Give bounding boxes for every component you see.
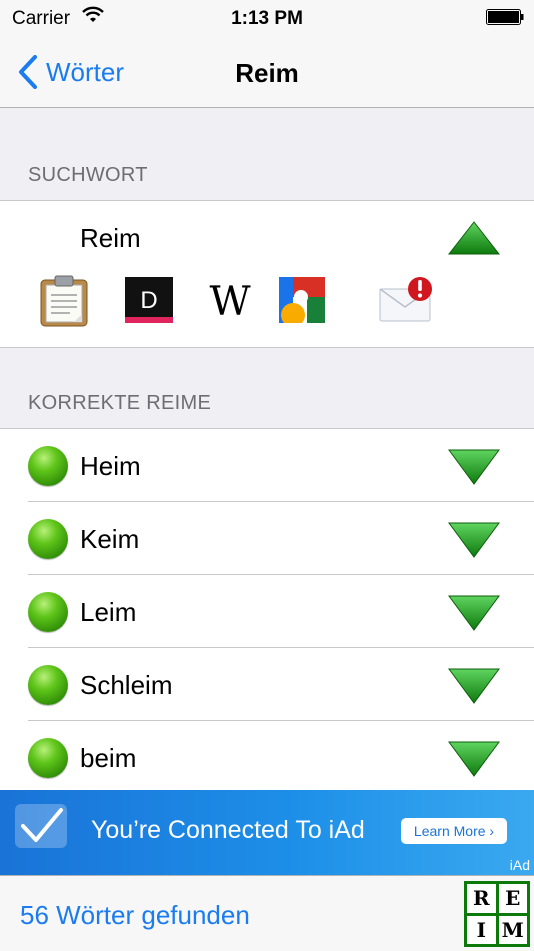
logo-letter: R xyxy=(467,884,496,913)
results-count[interactable]: 56 Wörter gefunden xyxy=(20,900,250,931)
page-title: Reim xyxy=(235,58,299,88)
status-dot xyxy=(28,738,68,778)
rhyme-word: Keim xyxy=(80,524,140,554)
duden-icon[interactable]: D xyxy=(125,277,173,328)
logo-letter: I xyxy=(467,915,496,944)
status-dot xyxy=(28,446,68,486)
triangle-down-icon[interactable] xyxy=(448,595,500,636)
section-header-rhymes: KORREKTE REIME xyxy=(28,392,212,414)
wikipedia-icon[interactable]: W xyxy=(202,279,258,328)
list-item[interactable]: Keim xyxy=(0,502,534,575)
checkmark-icon xyxy=(15,804,67,848)
status-bar: Carrier 1:13 PM xyxy=(0,0,534,38)
bottom-toolbar: 56 Wörter gefunden R E I M xyxy=(0,875,534,951)
list-item[interactable]: Schleim xyxy=(0,648,534,721)
ad-banner[interactable]: You’re Connected To iAd Learn More › iAd xyxy=(0,790,534,875)
app-logo[interactable]: R E I M xyxy=(464,881,530,947)
status-dot xyxy=(28,665,68,705)
list-item[interactable]: beim xyxy=(0,721,534,794)
logo-letter: E xyxy=(498,884,527,913)
learn-more-button[interactable]: Learn More › xyxy=(401,818,507,844)
rhyme-word: Heim xyxy=(80,451,141,481)
iad-badge: iAd xyxy=(509,857,530,873)
logo-letter: M xyxy=(498,915,527,944)
list-item[interactable]: Leim xyxy=(0,575,534,648)
navigation-bar: Wörter Reim xyxy=(0,38,534,108)
mail-alert-icon[interactable] xyxy=(378,275,434,328)
list-item[interactable]: Heim xyxy=(0,429,534,502)
clock: 1:13 PM xyxy=(231,8,303,29)
rhymes-list: Heim Keim Leim Schleim beim xyxy=(0,428,534,791)
rhyme-word: Schleim xyxy=(80,670,173,700)
triangle-up-icon[interactable] xyxy=(447,221,501,260)
clipboard-icon[interactable] xyxy=(40,275,88,332)
status-dot xyxy=(28,592,68,632)
battery-icon xyxy=(486,9,524,25)
google-icon[interactable] xyxy=(279,277,325,328)
rhyme-word: beim xyxy=(80,743,137,773)
rhyme-word: Leim xyxy=(80,597,137,627)
status-dot xyxy=(28,519,68,559)
triangle-down-icon[interactable] xyxy=(448,741,500,782)
triangle-down-icon[interactable] xyxy=(448,449,500,490)
section-header-search: SUCHWORT xyxy=(28,164,148,186)
triangle-down-icon[interactable] xyxy=(448,668,500,709)
wikipedia-letter: W xyxy=(209,279,250,323)
ad-text: You’re Connected To iAd xyxy=(91,816,365,844)
search-word: Reim xyxy=(80,223,141,253)
triangle-down-icon[interactable] xyxy=(448,522,500,563)
duden-letter: D xyxy=(140,287,157,314)
search-word-card: Reim D W xyxy=(0,200,534,348)
